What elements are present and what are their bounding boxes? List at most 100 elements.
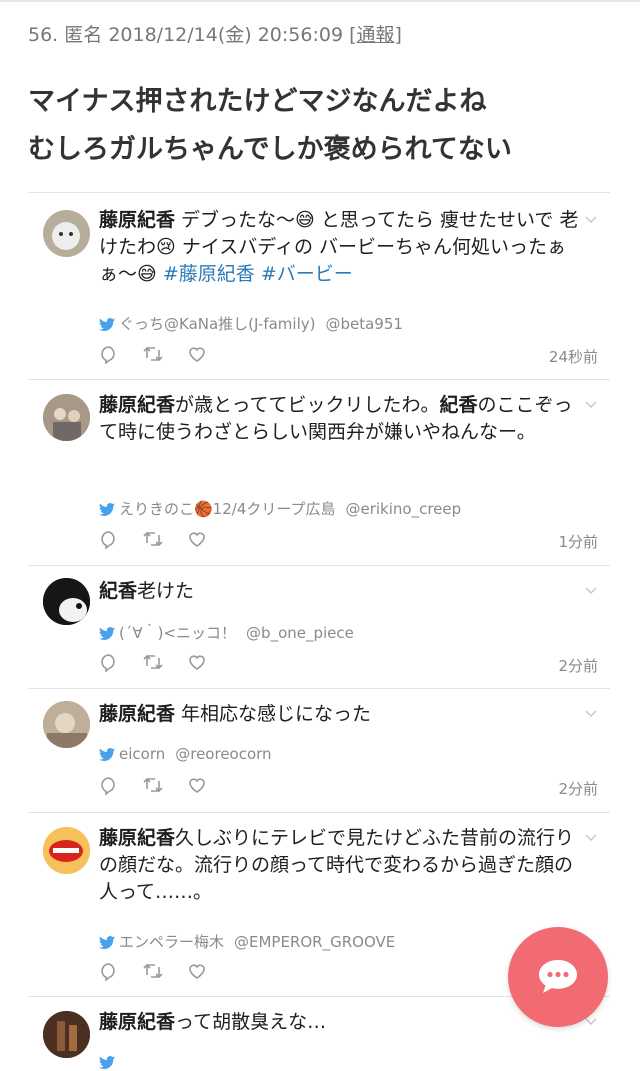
author-handle: @reoreocorn: [175, 745, 272, 763]
comment-name: 匿名: [64, 24, 103, 46]
reply-icon[interactable]: [99, 529, 119, 550]
tweet-text: 藤原紀香 デブったな〜😅 と思ってたら 痩せたせいで 老けたわ😢 ナイスバディの…: [99, 207, 579, 288]
twitter-bird-icon: [99, 748, 115, 761]
keyword: 藤原紀香: [99, 703, 176, 725]
heart-icon[interactable]: [187, 652, 207, 672]
retweet-icon[interactable]: [142, 961, 164, 981]
tweet-card[interactable]: 藤原紀香 デブったな〜😅 と思ってたら 痩せたせいで 老けたわ😢 ナイスバディの…: [28, 193, 610, 380]
tweet-actions: [99, 652, 225, 674]
avatar[interactable]: [43, 701, 90, 748]
chat-fab-button[interactable]: [508, 927, 608, 1027]
tweet-time[interactable]: 2分前: [558, 778, 598, 799]
keyword: 藤原紀香: [99, 394, 176, 416]
tweet-actions: [99, 961, 225, 983]
tweet-actions: [99, 529, 225, 551]
avatar[interactable]: [43, 578, 90, 625]
hashtag[interactable]: #バービー: [255, 263, 353, 285]
keyword: 紀香: [99, 580, 138, 602]
tweet-body: って胡散臭えな…: [175, 1011, 327, 1033]
tweet-body: 老けた: [137, 580, 195, 602]
avatar[interactable]: [43, 827, 90, 874]
heart-icon[interactable]: [187, 529, 207, 549]
top-divider: [0, 0, 640, 2]
chevron-down-icon[interactable]: [584, 584, 598, 598]
embedded-tweet-list: 藤原紀香 デブったな〜😅 と思ってたら 痩せたせいで 老けたわ😢 ナイスバディの…: [28, 192, 610, 1069]
comment-body: マイナス押されたけどマジなんだよね むしろガルちゃんでしか褒められてない: [28, 78, 618, 174]
tweet-body: 年相応な感じになった: [175, 703, 372, 725]
twitter-bird-icon: [99, 318, 115, 331]
twitter-bird-icon: [99, 936, 115, 949]
tweet-author[interactable]: エンペラー梅木 @EMPEROR_GROOVE: [99, 931, 395, 952]
avatar-image: [43, 578, 90, 625]
chevron-down-icon[interactable]: [584, 213, 598, 227]
keyword: 紀香: [439, 394, 478, 416]
avatar-image: [43, 394, 90, 441]
comment-header: 56. 匿名 2018/12/14(金) 20:56:09 [通報]: [28, 20, 402, 47]
tweet-text: 藤原紀香って胡散臭えな…: [99, 1009, 579, 1036]
tweet-text: 藤原紀香 年相応な感じになった: [99, 701, 579, 728]
author-handle: @erikino_creep: [345, 500, 462, 518]
keyword: 藤原紀香: [99, 1011, 176, 1033]
author-handle: @beta951: [325, 315, 403, 333]
retweet-icon[interactable]: [142, 775, 164, 795]
tweet-author[interactable]: eicorn @reoreocorn: [99, 745, 272, 763]
tweet-time[interactable]: 24秒前: [549, 346, 598, 367]
tweet-body: が歳とっててビックリしたわ。: [175, 394, 440, 416]
reply-icon[interactable]: [99, 344, 119, 365]
comment-datetime: 2018/12/14(金) 20:56:09: [108, 24, 344, 46]
comment-body-line: むしろガルちゃんでしか褒められてない: [28, 134, 512, 165]
heart-icon[interactable]: [187, 961, 207, 981]
tweet-author[interactable]: ぐっち@KaNa推し(J-family) @beta951: [99, 313, 403, 334]
report-bracket-close: ]: [394, 24, 402, 46]
keyword: 藤原紀香: [99, 209, 176, 231]
tweet-author[interactable]: (´∀｀)<ニッコ！ @b_one_piece: [99, 622, 354, 643]
report-bracket-open: [: [349, 24, 357, 46]
comment-body-line: マイナス押されたけどマジなんだよね: [28, 86, 487, 117]
retweet-icon[interactable]: [142, 652, 164, 672]
tweet-time[interactable]: 1分前: [558, 531, 598, 552]
tweet-text: 藤原紀香久しぶりにテレビで見たけどふた昔前の流行りの顔だな。流行りの顔って時代で…: [99, 825, 579, 906]
tweet-actions: [99, 775, 225, 797]
reply-icon[interactable]: [99, 961, 119, 982]
chat-bubble-icon: [539, 960, 577, 993]
author-name: エンペラー梅木: [119, 933, 225, 951]
reply-icon[interactable]: [99, 652, 119, 673]
avatar-image: [43, 701, 90, 748]
tweet-author[interactable]: えりきのこ🏀12/4クリープ広島 @erikino_creep: [99, 498, 461, 519]
author-name: eicorn: [119, 745, 166, 763]
chevron-down-icon[interactable]: [584, 398, 598, 412]
author-handle: @b_one_piece: [246, 624, 354, 642]
heart-icon[interactable]: [187, 344, 207, 364]
chevron-down-icon[interactable]: [584, 831, 598, 845]
avatar[interactable]: [43, 210, 90, 257]
author-name: (´∀｀)<ニッコ！: [119, 624, 237, 642]
twitter-bird-icon: [99, 1056, 115, 1069]
avatar[interactable]: [43, 1011, 90, 1058]
tweet-card[interactable]: 藤原紀香が歳とっててビックリしたわ。紀香のここぞって時に使うわざとらしい関西弁が…: [28, 380, 610, 566]
report-link[interactable]: 通報: [357, 24, 395, 46]
retweet-icon[interactable]: [142, 344, 164, 364]
tweet-card[interactable]: 紀香老けた (´∀｀)<ニッコ！ @b_one_piece 2分前: [28, 566, 610, 689]
avatar-image: [43, 1011, 90, 1058]
comment-number: 56.: [28, 24, 59, 46]
heart-icon[interactable]: [187, 775, 207, 795]
tweet-time[interactable]: 2分前: [558, 655, 598, 676]
twitter-bird-icon: [99, 503, 115, 516]
keyword: 藤原紀香: [99, 827, 176, 849]
tweet-card[interactable]: 藤原紀香 年相応な感じになった eicorn @reoreocorn 2分前: [28, 689, 610, 813]
author-handle: @EMPEROR_GROOVE: [234, 933, 396, 951]
reply-icon[interactable]: [99, 775, 119, 796]
chevron-down-icon[interactable]: [584, 707, 598, 721]
tweet-text: 藤原紀香が歳とっててビックリしたわ。紀香のここぞって時に使うわざとらしい関西弁が…: [99, 392, 579, 446]
avatar-image: [43, 827, 90, 874]
retweet-icon[interactable]: [142, 529, 164, 549]
twitter-bird-icon: [99, 627, 115, 640]
author-name: えりきのこ🏀12/4クリープ広島: [119, 500, 336, 518]
author-name: ぐっち@KaNa推し(J-family): [119, 315, 316, 333]
tweet-actions: [99, 344, 225, 366]
tweet-author[interactable]: [99, 1053, 119, 1071]
hashtag[interactable]: #藤原紀香: [163, 263, 255, 285]
tweet-text: 紀香老けた: [99, 578, 579, 605]
avatar[interactable]: [43, 394, 90, 441]
avatar-image: [52, 222, 80, 250]
